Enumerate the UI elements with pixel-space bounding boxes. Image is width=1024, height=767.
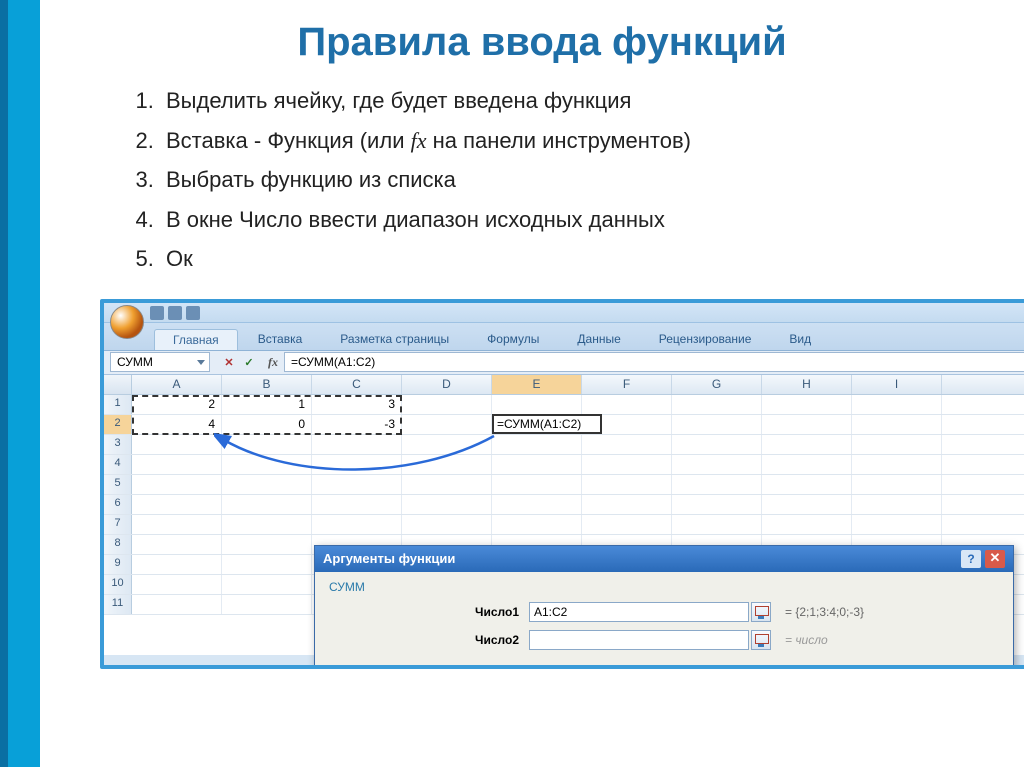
cell[interactable] xyxy=(672,415,762,434)
name-box[interactable]: СУММ xyxy=(110,352,210,372)
col-header[interactable]: H xyxy=(762,375,852,394)
tab-home[interactable]: Главная xyxy=(154,329,238,350)
row-header[interactable]: 5 xyxy=(104,475,132,494)
cell[interactable] xyxy=(852,395,942,414)
function-arguments-dialog: Аргументы функции ? ✕ СУММ Число1 A1:C2 … xyxy=(314,545,1014,669)
col-header[interactable]: A xyxy=(132,375,222,394)
arg-label: Число1 xyxy=(329,605,529,619)
tab-review[interactable]: Рецензирование xyxy=(641,329,770,350)
formula-bar: СУММ ✕ ✓ fx =СУММ(A1:C2) xyxy=(104,351,1024,375)
row-header[interactable]: 8 xyxy=(104,535,132,554)
cell[interactable]: -3 xyxy=(312,415,402,434)
cell[interactable]: 4 xyxy=(132,415,222,434)
dialog-arg-row: Число2 = число xyxy=(329,630,999,650)
row-header[interactable]: 4 xyxy=(104,455,132,474)
select-all-corner[interactable] xyxy=(104,375,132,394)
row-header[interactable]: 11 xyxy=(104,595,132,614)
cell[interactable] xyxy=(402,415,492,434)
enter-icon[interactable]: ✓ xyxy=(240,353,258,371)
arg-label: Число2 xyxy=(329,633,529,647)
cancel-icon[interactable]: ✕ xyxy=(220,353,238,371)
formula-bar-buttons: ✕ ✓ xyxy=(220,353,258,371)
step-item: Вставка - Функция (или fx на панели инст… xyxy=(160,121,994,161)
arg-input[interactable] xyxy=(529,630,749,650)
col-header[interactable]: D xyxy=(402,375,492,394)
tab-formulas[interactable]: Формулы xyxy=(469,329,557,350)
cell[interactable] xyxy=(762,395,852,414)
steps-list: Выделить ячейку, где будет введена функц… xyxy=(90,81,994,279)
fx-icon[interactable]: fx xyxy=(268,355,278,370)
cell[interactable] xyxy=(762,415,852,434)
cell[interactable]: 3 xyxy=(312,395,402,414)
dialog-body: СУММ Число1 A1:C2 = {2;1;3:4;0;-3} Число… xyxy=(315,572,1013,669)
col-header[interactable]: G xyxy=(672,375,762,394)
row-header[interactable]: 10 xyxy=(104,575,132,594)
close-icon[interactable]: ✕ xyxy=(985,550,1005,568)
slide-title: Правила ввода функций xyxy=(90,20,994,65)
col-header[interactable]: F xyxy=(582,375,672,394)
cell[interactable]: 2 xyxy=(132,395,222,414)
qat-save-icon[interactable] xyxy=(150,306,164,320)
row-header[interactable]: 6 xyxy=(104,495,132,514)
col-header[interactable]: C xyxy=(312,375,402,394)
cell[interactable] xyxy=(672,395,762,414)
cell[interactable] xyxy=(492,395,582,414)
cell[interactable]: 0 xyxy=(222,415,312,434)
col-header[interactable]: I xyxy=(852,375,942,394)
office-button-icon[interactable] xyxy=(110,305,144,339)
range-picker-icon[interactable] xyxy=(751,602,771,622)
tab-page-layout[interactable]: Разметка страницы xyxy=(322,329,467,350)
arg-result: = {2;1;3:4;0;-3} xyxy=(785,605,864,619)
cell[interactable] xyxy=(852,415,942,434)
dialog-titlebar[interactable]: Аргументы функции ? ✕ xyxy=(315,546,1013,572)
qat-undo-icon[interactable] xyxy=(168,306,182,320)
title-bar xyxy=(104,303,1024,323)
step-item: Выделить ячейку, где будет введена функц… xyxy=(160,81,994,121)
dialog-title: Аргументы функции xyxy=(323,551,961,566)
qat-redo-icon[interactable] xyxy=(186,306,200,320)
arg-input[interactable]: A1:C2 xyxy=(529,602,749,622)
fx-text: fx xyxy=(411,128,427,153)
spreadsheet-grid[interactable]: A B C D E F G H I 1 2 1 3 xyxy=(104,375,1024,655)
excel-screenshot: Главная Вставка Разметка страницы Формул… xyxy=(100,299,1024,669)
tab-data[interactable]: Данные xyxy=(559,329,638,350)
step-item: В окне Число ввести диапазон исходных да… xyxy=(160,200,994,240)
formula-input[interactable]: =СУММ(A1:C2) xyxy=(284,352,1024,372)
tab-insert[interactable]: Вставка xyxy=(240,329,321,350)
step-item: Ок xyxy=(160,239,994,279)
tab-view[interactable]: Вид xyxy=(771,329,829,350)
slide-accent-stripe xyxy=(0,0,40,767)
dialog-function-name: СУММ xyxy=(329,580,999,594)
col-header[interactable]: E xyxy=(492,375,582,394)
row-header[interactable]: 2 xyxy=(104,415,132,434)
cell[interactable] xyxy=(582,395,672,414)
ribbon-tabs: Главная Вставка Разметка страницы Формул… xyxy=(104,323,1024,351)
slide-content: Правила ввода функций Выделить ячейку, г… xyxy=(60,0,1024,669)
quick-access-toolbar xyxy=(150,306,200,320)
dialog-arg-row: Число1 A1:C2 = {2;1;3:4;0;-3} xyxy=(329,602,999,622)
active-cell[interactable]: =СУММ(A1:C2) xyxy=(492,414,602,434)
range-picker-icon[interactable] xyxy=(751,630,771,650)
column-headers: A B C D E F G H I xyxy=(104,375,1024,395)
arg-result: = число xyxy=(785,633,828,647)
help-icon[interactable]: ? xyxy=(961,550,981,568)
col-header[interactable]: B xyxy=(222,375,312,394)
row-header[interactable]: 7 xyxy=(104,515,132,534)
step-item: Выбрать функцию из списка xyxy=(160,160,994,200)
cell[interactable]: 1 xyxy=(222,395,312,414)
row-header[interactable]: 1 xyxy=(104,395,132,414)
row-header[interactable]: 9 xyxy=(104,555,132,574)
cell[interactable] xyxy=(402,395,492,414)
row-header[interactable]: 3 xyxy=(104,435,132,454)
